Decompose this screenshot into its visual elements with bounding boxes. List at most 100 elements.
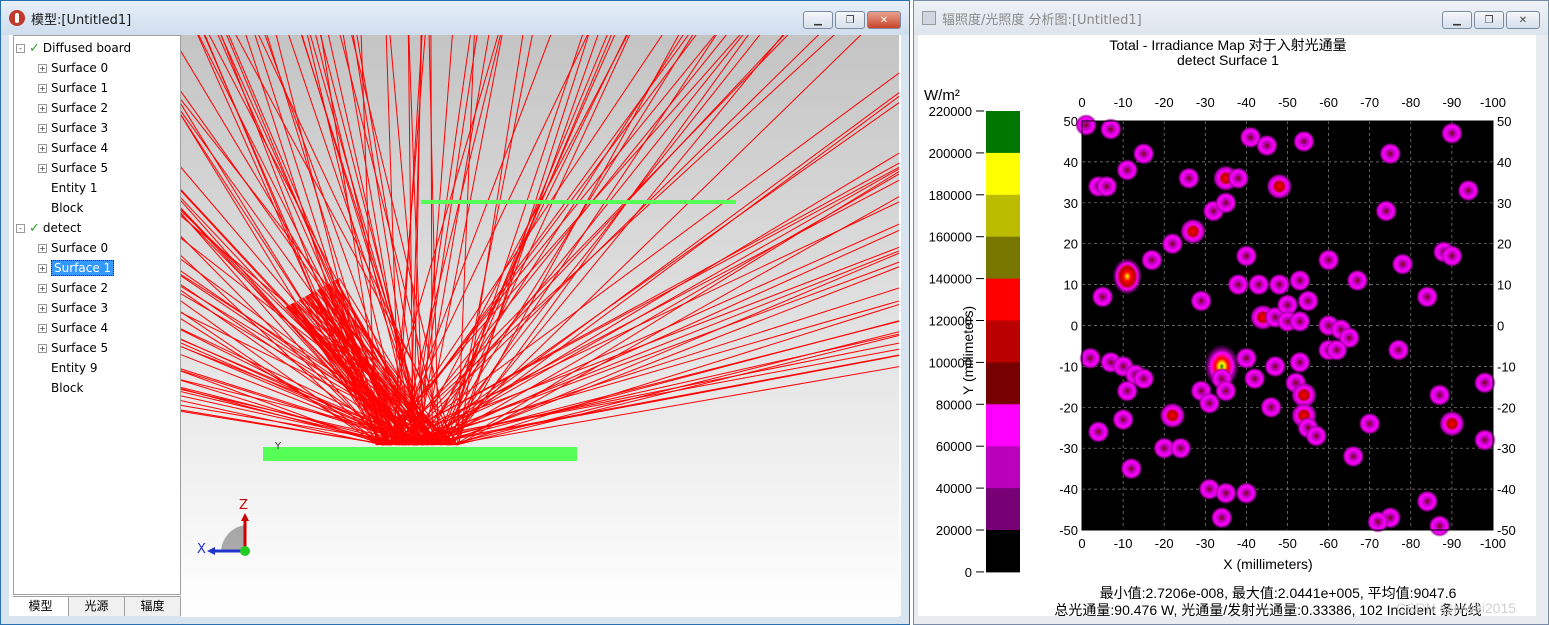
map-window-icon: [922, 11, 936, 25]
colorbar-band: [986, 530, 1020, 573]
map-maximize-button[interactable]: ❐: [1474, 11, 1504, 29]
tree-item-label: Surface 1: [51, 260, 115, 276]
irradiance-spot: [1379, 142, 1402, 165]
irradiance-spot: [1214, 482, 1237, 505]
map-window-titlebar[interactable]: 辐照度/光照度 分析图:[Untitled1] ▁ ❐ ✕: [914, 1, 1548, 35]
irradiance-spot: [1342, 445, 1365, 468]
expand-icon[interactable]: +: [38, 63, 47, 73]
colorbar-band: [986, 111, 1020, 154]
minimize-icon: ▁: [1453, 14, 1461, 26]
tab-model[interactable]: 模型: [13, 597, 69, 616]
diffused-board[interactable]: [263, 447, 577, 461]
irradiance-spot: [1255, 134, 1278, 157]
y-tick-label: -40: [1497, 482, 1516, 497]
close-icon: ✕: [1518, 14, 1528, 26]
expand-icon[interactable]: +: [38, 123, 47, 133]
x-tick-label: -20: [1155, 95, 1174, 110]
x-tick-label: 0: [1078, 95, 1085, 110]
expand-icon[interactable]: +: [38, 343, 47, 353]
irradiance-spot: [1079, 347, 1102, 370]
map-client-area: Total - Irradiance Map 对于入射光通量 detect Su…: [918, 35, 1536, 618]
tree-item[interactable]: + Surface 5: [38, 338, 108, 358]
irradiance-spot: [1473, 429, 1496, 452]
tree-item[interactable]: + Surface 2: [38, 278, 108, 298]
colorbar-band: [986, 488, 1020, 531]
expand-icon[interactable]: +: [38, 243, 47, 253]
x-tick-label: -80: [1401, 536, 1420, 551]
tree-item[interactable]: + Surface 1: [38, 78, 108, 98]
colorbar-band: [986, 362, 1020, 405]
visible-check-icon[interactable]: ✓: [29, 41, 40, 56]
tree-item[interactable]: + Surface 5: [38, 158, 108, 178]
tree-item[interactable]: + Surface 3: [38, 118, 108, 138]
3d-viewport[interactable]: Y Z X: [181, 35, 899, 617]
expand-icon[interactable]: +: [38, 263, 47, 273]
minimize-button[interactable]: ▁: [803, 11, 833, 29]
detector-surface[interactable]: [421, 200, 736, 204]
tree-item[interactable]: + Surface 0: [38, 238, 108, 258]
tree-item[interactable]: + Surface 4: [38, 138, 108, 158]
model-window-title: 模型:[Untitled1]: [31, 12, 132, 28]
colorbar-tick-label: 200000: [929, 146, 972, 161]
x-tick-label: -50: [1278, 536, 1297, 551]
tree-item[interactable]: + Surface 3: [38, 298, 108, 318]
tree-item[interactable]: Entity 1: [38, 178, 97, 198]
expand-icon[interactable]: +: [38, 83, 47, 93]
irradiance-spot: [1169, 437, 1192, 460]
tree-item[interactable]: + Surface 1: [38, 258, 115, 278]
tree-item-label: Surface 3: [51, 121, 109, 135]
expand-icon[interactable]: +: [38, 103, 47, 113]
expand-icon[interactable]: +: [38, 323, 47, 333]
irradiance-spot: [1116, 159, 1139, 182]
collapse-icon[interactable]: -: [16, 223, 25, 233]
tree-item[interactable]: + Surface 2: [38, 98, 108, 118]
irradiance-spot: [1132, 142, 1155, 165]
irradiance-spot: [1112, 257, 1143, 296]
colorbar-band: [986, 236, 1020, 280]
app-logo-icon: [9, 10, 25, 26]
irradiance-spot: [1266, 173, 1293, 200]
expand-icon[interactable]: +: [38, 163, 47, 173]
irradiance-spot: [1317, 249, 1340, 272]
irradiance-spot: [1120, 457, 1143, 480]
tree-item-label: Surface 3: [51, 301, 109, 315]
close-button[interactable]: ✕: [867, 11, 901, 29]
model-tree[interactable]: - ✓ Diffused board + Surface 0 + Surface 1 + Sur…: [13, 35, 181, 595]
irradiance-chart: 2200002000001800001600001400001200001000…: [929, 95, 1516, 580]
raytrace-view[interactable]: Y Z X: [181, 35, 899, 617]
expand-icon[interactable]: +: [38, 283, 47, 293]
irradiance-spot: [1235, 347, 1258, 370]
tree-item[interactable]: + Surface 4: [38, 318, 108, 338]
x-tick-label: -70: [1360, 95, 1379, 110]
tree-item[interactable]: Entity 9: [38, 358, 97, 378]
maximize-button[interactable]: ❐: [835, 11, 865, 29]
tree-item-label: Surface 5: [51, 161, 109, 175]
x-tick-label: -90: [1443, 95, 1462, 110]
colorbar-tick-label: 180000: [929, 188, 972, 203]
collapse-icon[interactable]: -: [16, 43, 25, 53]
map-close-button[interactable]: ✕: [1506, 11, 1540, 29]
model-window-titlebar[interactable]: 模型:[Untitled1] ▁ ❐ ✕: [1, 1, 909, 35]
map-minimize-button[interactable]: ▁: [1442, 11, 1472, 29]
tree-item[interactable]: - ✓ detect: [16, 218, 81, 238]
expand-icon[interactable]: +: [38, 303, 47, 313]
tree-item-label: Surface 2: [51, 101, 109, 115]
irradiance-spot: [1358, 412, 1381, 435]
tab-source[interactable]: 光源: [69, 597, 125, 616]
irradiance-spot: [1075, 114, 1098, 137]
irradiance-spot: [1346, 269, 1369, 292]
visible-check-icon[interactable]: ✓: [29, 221, 40, 236]
y-tick-label: 20: [1064, 237, 1078, 252]
x-tick-label: -30: [1196, 536, 1215, 551]
tree-item[interactable]: + Surface 0: [38, 58, 108, 78]
tab-radiance[interactable]: 辐度: [125, 597, 181, 616]
tree-item[interactable]: - ✓ Diffused board: [16, 38, 131, 58]
tree-item[interactable]: Block: [38, 198, 83, 218]
colorbar-tick-label: 220000: [929, 104, 972, 119]
tree-item[interactable]: Block: [38, 378, 83, 398]
close-icon: ✕: [879, 14, 889, 26]
irradiance-spot: [1210, 506, 1233, 529]
irradiance-spot: [1391, 253, 1414, 276]
y-tick-label: 40: [1497, 155, 1511, 170]
expand-icon[interactable]: +: [38, 143, 47, 153]
